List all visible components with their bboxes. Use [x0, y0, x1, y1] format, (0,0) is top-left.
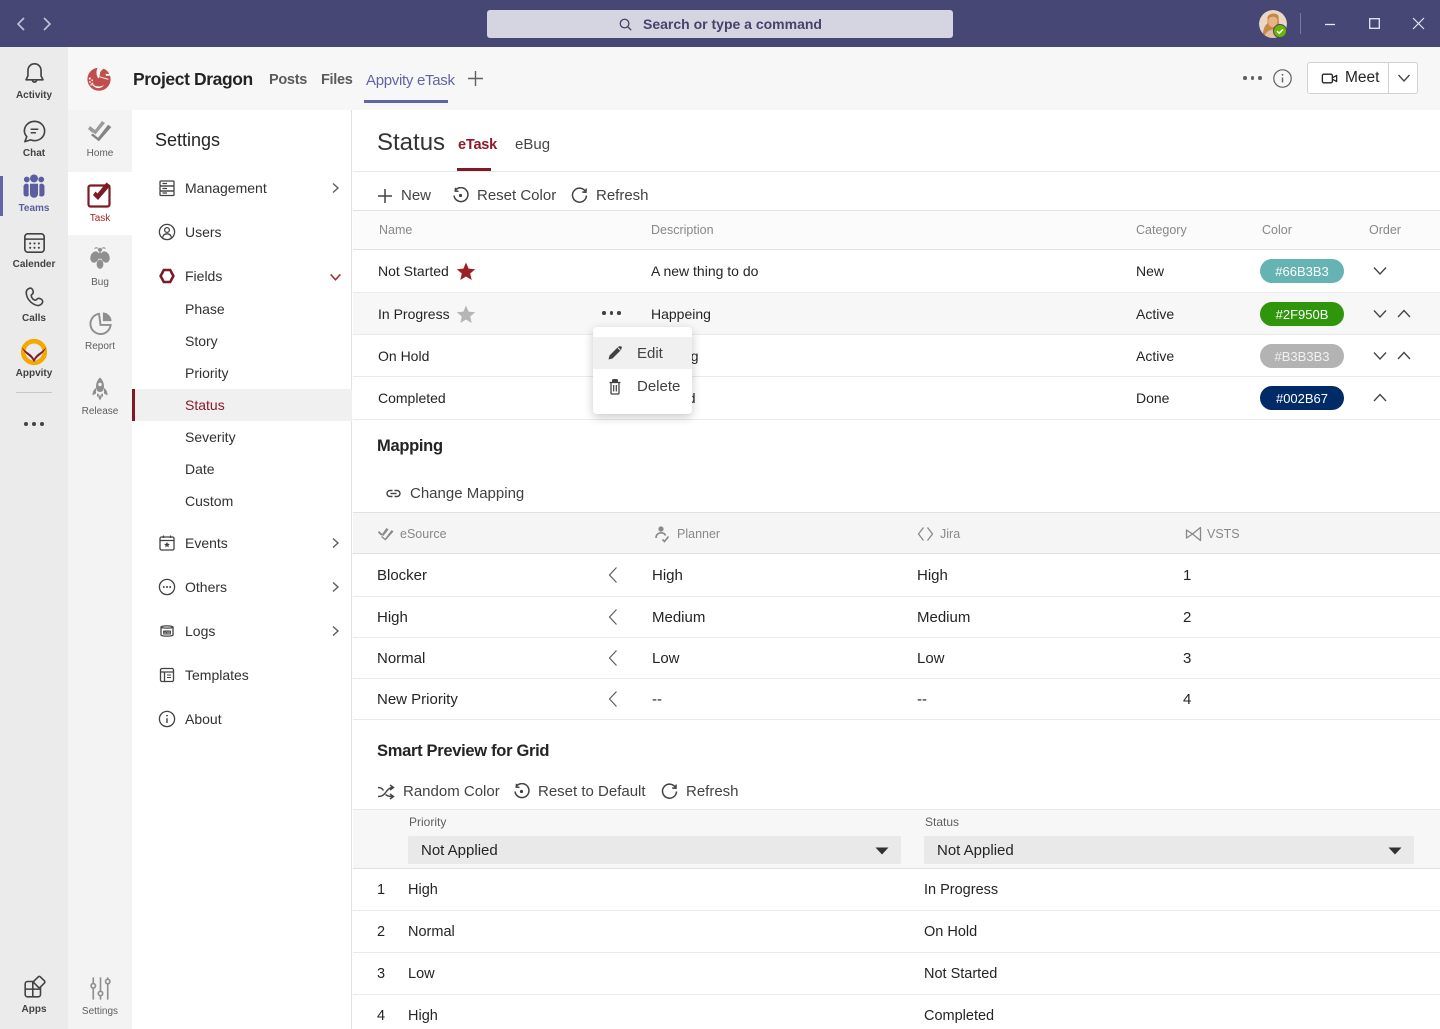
svg-text:LOG: LOG [164, 631, 171, 635]
